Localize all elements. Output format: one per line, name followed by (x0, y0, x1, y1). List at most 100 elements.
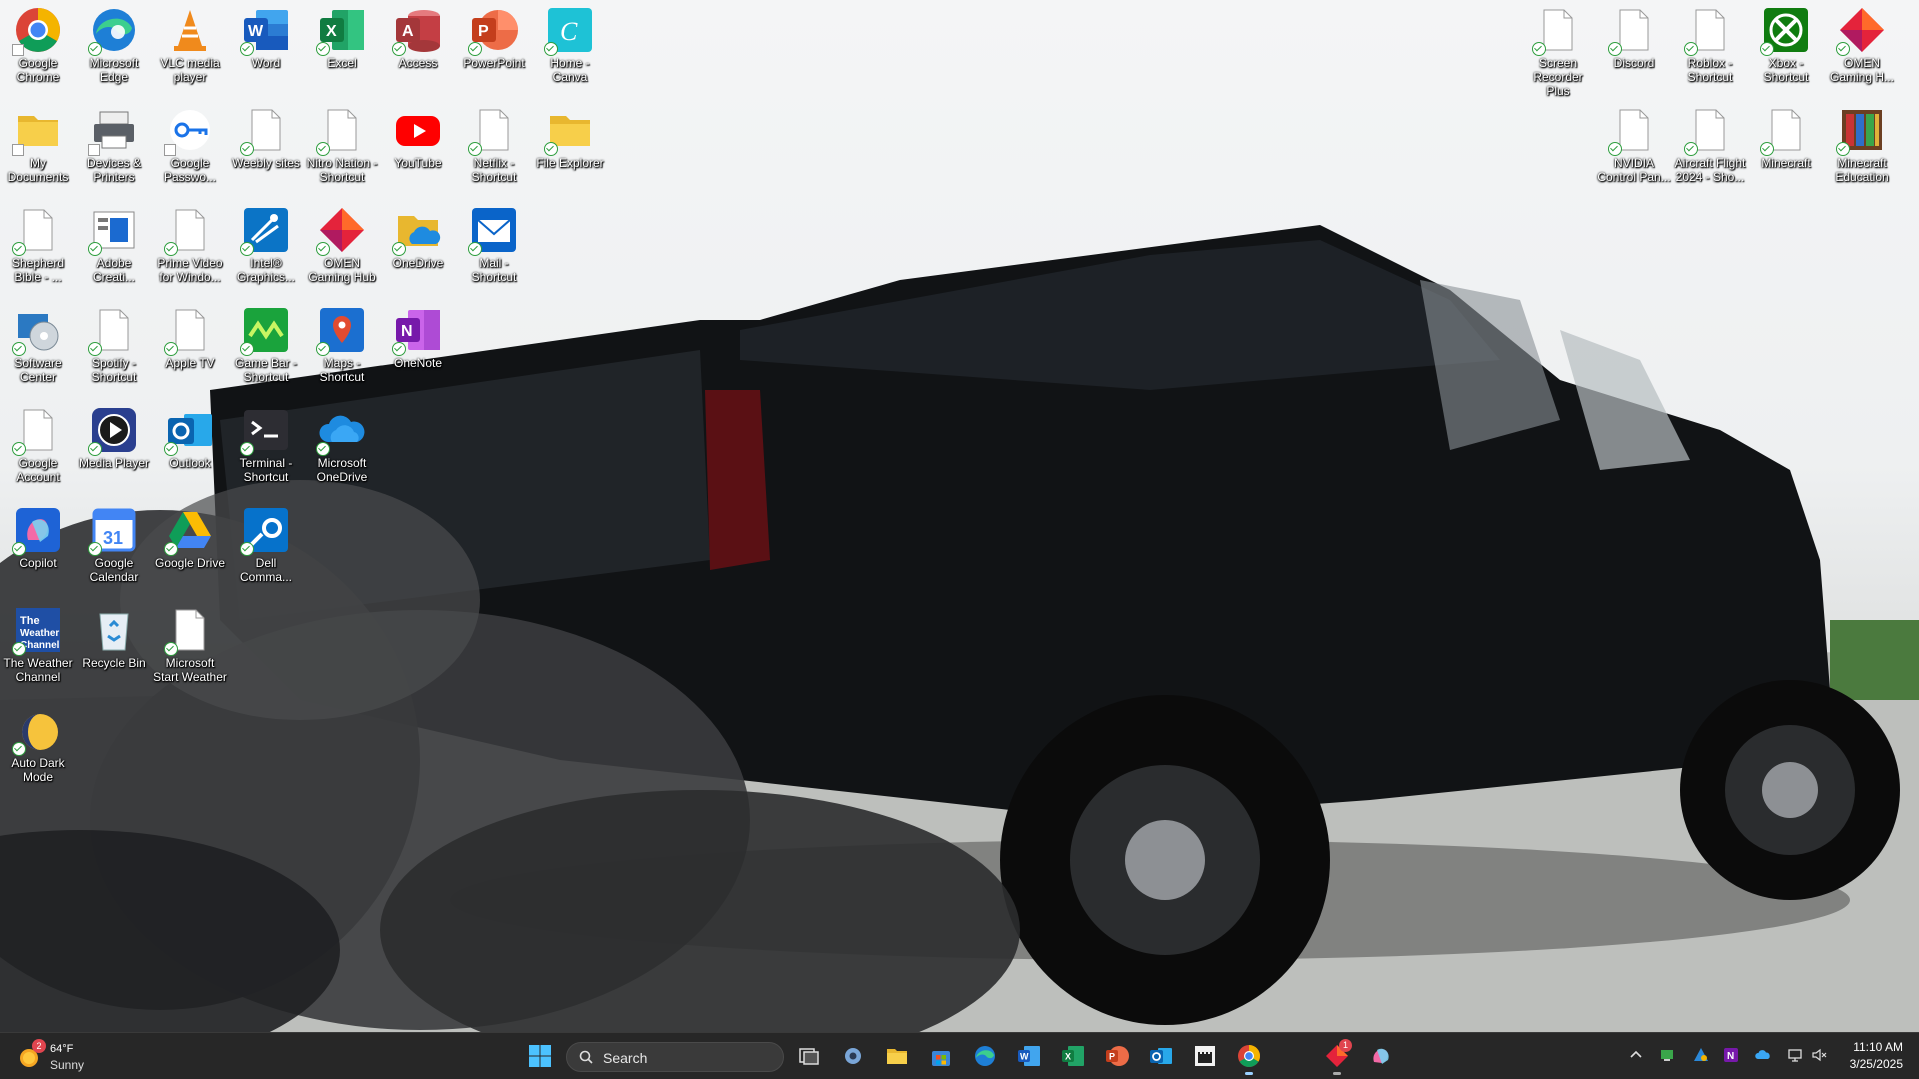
dell-command-icon (240, 506, 290, 556)
desktop-icon-label: Devices & Printers (86, 156, 142, 184)
maps-icon (316, 306, 366, 356)
folder-icon (12, 106, 62, 156)
desktop-icon-label: Screen Recorder Plus (1533, 56, 1583, 98)
search-input[interactable] (601, 1047, 775, 1069)
desktop-icon-recycle-bin[interactable]: Recycle Bin (76, 600, 152, 670)
taskbar-powerpoint[interactable]: P (1100, 1039, 1134, 1073)
desktop-icon-label: Home - Canva (550, 56, 590, 84)
desktop-icon-devices-printers[interactable]: Devices & Printers (76, 100, 152, 184)
desktop-icon-minecraft[interactable]: Minecraft (1748, 100, 1824, 170)
desktop-icon-discord[interactable]: Discord (1596, 0, 1672, 70)
taskbar-castle-app[interactable] (1188, 1039, 1222, 1073)
desktop-icon-spotify-shortcut[interactable]: Spotify - Shortcut (76, 300, 152, 384)
desktop-icon-intel-graphics[interactable]: Intel® Graphics... (228, 200, 304, 284)
task-view-button[interactable] (792, 1039, 826, 1073)
desktop-icon-label: Recycle Bin (82, 656, 146, 670)
desktop-icon-label: Excel (327, 56, 357, 70)
desktop-icon-file-explorer[interactable]: File Explorer (532, 100, 608, 170)
desktop-icon-aircraft-flight[interactable]: Aircraft Flight 2024 - Sho... (1672, 100, 1748, 184)
desktop-icon-microsoft-onedrive[interactable]: Microsoft OneDrive (304, 400, 380, 484)
cloud-icon (1755, 1050, 1770, 1059)
weather-temperature: 64°F (50, 1043, 74, 1055)
taskbar-outlook[interactable] (1144, 1039, 1178, 1073)
folder-icon (544, 106, 594, 156)
desktop-icon-omen-gaming-hub-2[interactable]: OMEN Gaming H... (1824, 0, 1900, 84)
start-button[interactable] (523, 1039, 557, 1073)
desktop-icon-microsoft-start-weather[interactable]: Microsoft Start Weather (152, 600, 228, 684)
taskbar-microsoft-store[interactable] (924, 1039, 958, 1073)
desktop-icon-screen-recorder-plus[interactable]: Screen Recorder Plus (1520, 0, 1596, 98)
taskbar-clock[interactable]: 11:10 AM 3/25/2025 (1850, 1039, 1903, 1073)
desktop-icon-dell-command[interactable]: Dell Comma... (228, 500, 304, 584)
desktop-icon-weather-channel[interactable]: The Weather Channel The Weather Channel (0, 600, 76, 684)
key-icon (164, 106, 214, 156)
desktop-icon-nvidia-control-panel[interactable]: NVIDIA Control Pan... (1596, 100, 1672, 184)
desktop-icon-google-account[interactable]: Google Account (0, 400, 76, 484)
minecraft-education-icon (1836, 106, 1886, 156)
file-icon (1532, 6, 1582, 56)
tray-app-notification[interactable] (1690, 1043, 1712, 1067)
recycle-bin-icon (90, 606, 138, 654)
taskbar-copilot-m365[interactable] (1364, 1039, 1398, 1073)
desktop-icon-nitro-nation[interactable]: Nitro Nation - Shortcut (304, 100, 380, 184)
taskbar-search[interactable] (566, 1042, 784, 1072)
tray-app-green[interactable] (1656, 1043, 1678, 1067)
desktop-icon-copilot[interactable]: Copilot (0, 500, 76, 570)
desktop-icon-xbox-shortcut[interactable]: Xbox - Shortcut (1748, 0, 1824, 84)
taskbar-file-explorer[interactable] (880, 1039, 914, 1073)
taskbar-word[interactable]: W (1012, 1039, 1046, 1073)
desktop-icon-vlc[interactable]: VLC media player (152, 0, 228, 84)
show-hidden-icons-button[interactable] (1625, 1043, 1647, 1067)
desktop-icon-my-documents[interactable]: My Documents (0, 100, 76, 184)
desktop-icon-media-player[interactable]: Media Player (76, 400, 152, 470)
desktop-icon-access[interactable]: A Access (380, 0, 456, 70)
tray-network[interactable] (1784, 1043, 1806, 1067)
desktop-icon-youtube[interactable]: YouTube (380, 100, 456, 170)
desktop-icon-label: Media Player (78, 456, 150, 470)
desktop-icon-excel[interactable]: X Excel (304, 0, 380, 70)
desktop-icon-minecraft-education[interactable]: Minecraft Education (1824, 100, 1900, 184)
desktop-icon-powerpoint[interactable]: P PowerPoint (456, 0, 532, 70)
desktop-icon-adobe-creative[interactable]: Adobe Creati... (76, 200, 152, 284)
gamebar-icon (240, 306, 290, 356)
desktop-icon-omen-gaming-hub[interactable]: OMEN Gaming Hub (304, 200, 380, 284)
desktop-icon-auto-dark-mode[interactable]: Auto Dark Mode (0, 700, 76, 784)
desktop-icon-apple-tv[interactable]: Apple TV (152, 300, 228, 370)
svg-text:W: W (1020, 1052, 1029, 1062)
taskbar-excel[interactable]: X (1056, 1039, 1090, 1073)
volume-muted-icon (1812, 1048, 1827, 1062)
taskbar-chrome[interactable] (1232, 1039, 1266, 1075)
desktop-icon-weebly-sites[interactable]: Weebly sites (228, 100, 304, 170)
desktop-icon-microsoft-edge[interactable]: Microsoft Edge (76, 0, 152, 84)
copilot-icon (12, 506, 62, 556)
desktop-icon-roblox-shortcut[interactable]: Roblox - Shortcut (1672, 0, 1748, 84)
taskbar-omen-gaming-hub[interactable]: 1 (1320, 1039, 1354, 1075)
taskbar-settings[interactable] (836, 1039, 870, 1073)
taskbar-edge[interactable] (968, 1039, 1002, 1073)
desktop-icon-onedrive-folder[interactable]: OneDrive (380, 200, 456, 270)
media-player-icon (88, 406, 138, 456)
desktop-icon-label: Terminal - Shortcut (239, 456, 293, 484)
desktop-icon-google-chrome[interactable]: Google Chrome (0, 0, 76, 84)
desktop-icon-netflix-shortcut[interactable]: Netflix - Shortcut (456, 100, 532, 184)
desktop-icon-mail[interactable]: Mail - Shortcut (456, 200, 532, 284)
desktop-icon-onenote[interactable]: N OneNote (380, 300, 456, 370)
desktop-icon-label: Access (398, 56, 438, 70)
desktop-icon-outlook[interactable]: Outlook (152, 400, 228, 470)
desktop-icon-google-drive[interactable]: Google Drive (152, 500, 228, 570)
desktop-icon-label: Outlook (169, 456, 211, 470)
desktop-icon-maps[interactable]: Maps - Shortcut (304, 300, 380, 384)
desktop-icon-canva[interactable]: C Home - Canva (532, 0, 608, 84)
desktop-icon-google-passwords[interactable]: Google Passwo... (152, 100, 228, 184)
desktop-icon-software-center[interactable]: Software Center (0, 300, 76, 384)
desktop-icon-prime-video[interactable]: Prime Video for Windo... (152, 200, 228, 284)
desktop-icon-terminal[interactable]: Terminal - Shortcut (228, 400, 304, 484)
tray-volume[interactable] (1808, 1043, 1830, 1067)
tray-onenote[interactable]: N (1720, 1043, 1742, 1067)
desktop-icon-google-calendar[interactable]: 31 Google Calendar (76, 500, 152, 584)
tray-onedrive[interactable] (1752, 1043, 1774, 1067)
desktop-icon-game-bar[interactable]: Game Bar - Shortcut (228, 300, 304, 384)
desktop-icon-word[interactable]: W Word (228, 0, 304, 70)
weather-widget[interactable]: 2 64°F Sunny (16, 1039, 126, 1073)
desktop-icon-shepherd-bible[interactable]: Shepherd Bible - ... (0, 200, 76, 284)
